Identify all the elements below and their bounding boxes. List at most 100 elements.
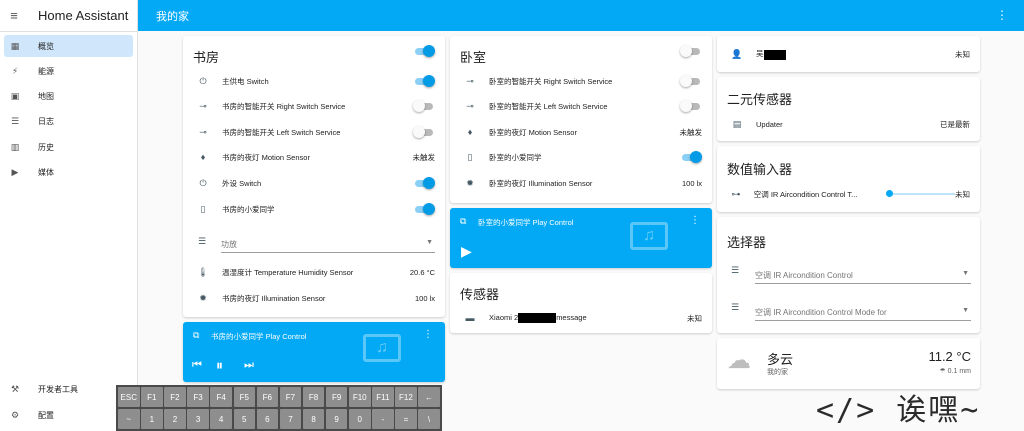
keyboard-key[interactable]: F11 <box>372 387 394 407</box>
bedroom-master-toggle[interactable] <box>680 45 712 57</box>
keyboard-key[interactable]: F6 <box>256 387 279 407</box>
entity-row: ⊸ 卧室的智能开关 Right Switch Service <box>450 71 712 91</box>
entity-row: 🌡 温湿度计 Temperature Humidity Sensor 20.6 °C <box>183 262 445 282</box>
keyboard-key[interactable]: F5 <box>233 387 255 407</box>
skip-previous-icon[interactable]: ⏮ <box>192 359 202 372</box>
keyboard-key[interactable]: F7 <box>279 387 302 407</box>
switch-toggle[interactable] <box>680 75 702 87</box>
format-list-icon: ☰ <box>731 302 740 312</box>
power-plug-icon: ⏻ <box>199 177 207 188</box>
umbrella-icon: ☂ <box>939 368 946 375</box>
switch-toggle[interactable] <box>413 177 435 189</box>
select-field-1[interactable]: 空调 IR Aircondition Control ▼ <box>755 270 971 284</box>
bedroom-card: 卧室 ⊸ 卧室的智能开关 Right Switch Service ⊸ 卧室的智能开… <box>450 36 712 203</box>
more-vert-icon[interactable]: ⋮ <box>423 329 433 340</box>
number-slider[interactable] <box>885 189 955 199</box>
motion-sensor-icon: ♦ <box>200 152 206 162</box>
sidebar-item-overview[interactable]: ▦ 概览 <box>4 35 133 57</box>
switch-toggle[interactable] <box>413 203 435 215</box>
keyboard-key[interactable]: 7 <box>279 409 302 429</box>
study-select[interactable]: 功放 ▼ <box>221 239 435 253</box>
entity-row: ▬ Xiaomi 2 message 未知 <box>450 308 712 328</box>
keyboard-key[interactable]: 3 <box>187 409 209 429</box>
sidebar-item-media[interactable]: ▶ 媒体 <box>4 161 133 183</box>
sensors-card: 传感器 ▬ Xiaomi 2 message 未知 <box>450 273 712 333</box>
cloudy-icon: ☁ <box>727 347 751 374</box>
keyboard-key[interactable]: F12 <box>395 387 417 407</box>
select-card: 选择器 ☰ 空调 IR Aircondition Control ▼ ☰ 空调 I… <box>717 217 980 333</box>
sidebar-item-config[interactable]: ⚙ 配置 <box>4 404 133 426</box>
weather-condition: 多云 <box>767 352 794 367</box>
entity-row: ✹ 书房的夜灯 Illumination Sensor 100 lx <box>183 288 445 308</box>
sidebar-item-map[interactable]: ▣ 地图 <box>4 85 133 107</box>
keyboard-key[interactable]: 1 <box>141 409 163 429</box>
switch-toggle[interactable] <box>413 100 435 112</box>
entity-row: ⏻ 外设 Switch <box>183 173 445 193</box>
pause-icon[interactable]: ⏸ <box>216 357 223 374</box>
sidebar-item-developer-tools[interactable]: ⚒ 开发者工具 <box>4 378 133 400</box>
more-vert-icon[interactable]: ⋮ <box>996 8 1008 22</box>
account-icon: 👤 <box>731 48 743 59</box>
keyboard-key[interactable]: 9 <box>325 409 348 429</box>
keyboard-key[interactable]: F8 <box>302 387 325 407</box>
brightness-icon: ✹ <box>466 177 474 188</box>
switch-toggle[interactable] <box>413 126 435 138</box>
switch-toggle[interactable] <box>680 151 702 163</box>
chevron-down-icon: ▼ <box>962 307 969 314</box>
keyboard-key[interactable]: 0 <box>349 409 371 429</box>
keyboard-key[interactable]: - <box>372 409 394 429</box>
keyboard-key[interactable]: 2 <box>164 409 186 429</box>
binary-sensor-card: 二元传感器 ▤ Updater 已是最新 <box>717 77 980 141</box>
cast-icon: ⧉ <box>193 330 200 340</box>
select-card-title: 选择器 <box>727 235 767 250</box>
entity-row: ⏻ 主供电 Switch <box>183 71 445 91</box>
switch-toggle[interactable] <box>680 100 702 112</box>
keyboard-key[interactable]: F2 <box>164 387 186 407</box>
slider-thumb[interactable] <box>885 190 893 197</box>
keyboard-key[interactable]: F1 <box>141 387 163 407</box>
keyboard-key[interactable]: 4 <box>210 409 232 429</box>
keyboard-key[interactable]: F4 <box>210 387 232 407</box>
keyboard-key[interactable]: 6 <box>256 409 279 429</box>
keyboard-key[interactable]: ~ <box>118 409 140 429</box>
entity-row: ▯ 书房的小爱同学 <box>183 199 445 219</box>
sidebar-item-logbook[interactable]: ☰ 日志 <box>4 110 133 132</box>
keyboard-key[interactable]: 8 <box>302 409 325 429</box>
switch-toggle[interactable] <box>413 75 435 87</box>
keyboard-key[interactable]: = <box>395 409 417 429</box>
motion-sensor-icon: ♦ <box>467 127 473 137</box>
weather-card[interactable]: ☁ 多云 我的家 11.2 °C ☂ 0.1 mm <box>717 338 980 389</box>
app-title: Home Assistant <box>38 8 129 23</box>
entity-row: ▤ Updater 已是最新 <box>717 114 980 134</box>
keyboard-key[interactable]: F10 <box>349 387 371 407</box>
bedroom-media-card: ⧉ 卧室的小爱同学 Play Control ⋮ ♫ ▶ <box>450 208 712 268</box>
ray-vertex-icon: ⊶ <box>731 188 741 199</box>
play-box-icon: ▶ <box>11 166 19 177</box>
sidebar-item-history[interactable]: ▥ 历史 <box>4 136 133 158</box>
weather-location: 我的家 <box>767 369 788 376</box>
format-list-icon: ☰ <box>198 236 207 246</box>
watermark: </> 诶嘿~ <box>816 393 981 428</box>
select-field-2[interactable]: 空调 IR Aircondition Control Mode for ▼ <box>755 307 971 321</box>
chart-icon: ▥ <box>10 141 20 152</box>
study-master-toggle[interactable] <box>413 45 445 57</box>
keyboard-key[interactable]: F9 <box>325 387 348 407</box>
study-card: 书房 ⏻ 主供电 Switch ⊸ 书房的智能开关 Right Switch Ser… <box>183 36 445 317</box>
dashboard-icon: ▦ <box>10 40 20 51</box>
keyboard-key[interactable]: ESC <box>118 387 140 407</box>
gear-icon: ⚙ <box>10 409 20 420</box>
more-vert-icon[interactable]: ⋮ <box>690 215 700 226</box>
play-icon[interactable]: ▶ <box>461 243 472 260</box>
keyboard-key[interactable]: 5 <box>233 409 255 429</box>
keyboard-key[interactable]: \ <box>418 409 440 429</box>
format-list-icon: ☰ <box>731 265 740 275</box>
bedroom-card-title: 卧室 <box>460 50 487 65</box>
keyboard-key[interactable]: ← <box>418 387 440 407</box>
skip-next-icon[interactable]: ⏭ <box>244 359 254 372</box>
study-media-card: ⧉ 书房的小爱同学 Play Control ⋮ ♫ ⏮ ⏸ ⏭ <box>183 322 445 382</box>
keyboard-key[interactable]: F3 <box>187 387 209 407</box>
menu-icon[interactable]: ≡ <box>0 8 28 23</box>
study-card-title: 书房 <box>193 50 220 65</box>
sidebar-item-energy[interactable]: ⚡ 能源 <box>4 60 133 82</box>
entity-row: ✹ 卧室的夜灯 Illumination Sensor 100 lx <box>450 173 712 193</box>
